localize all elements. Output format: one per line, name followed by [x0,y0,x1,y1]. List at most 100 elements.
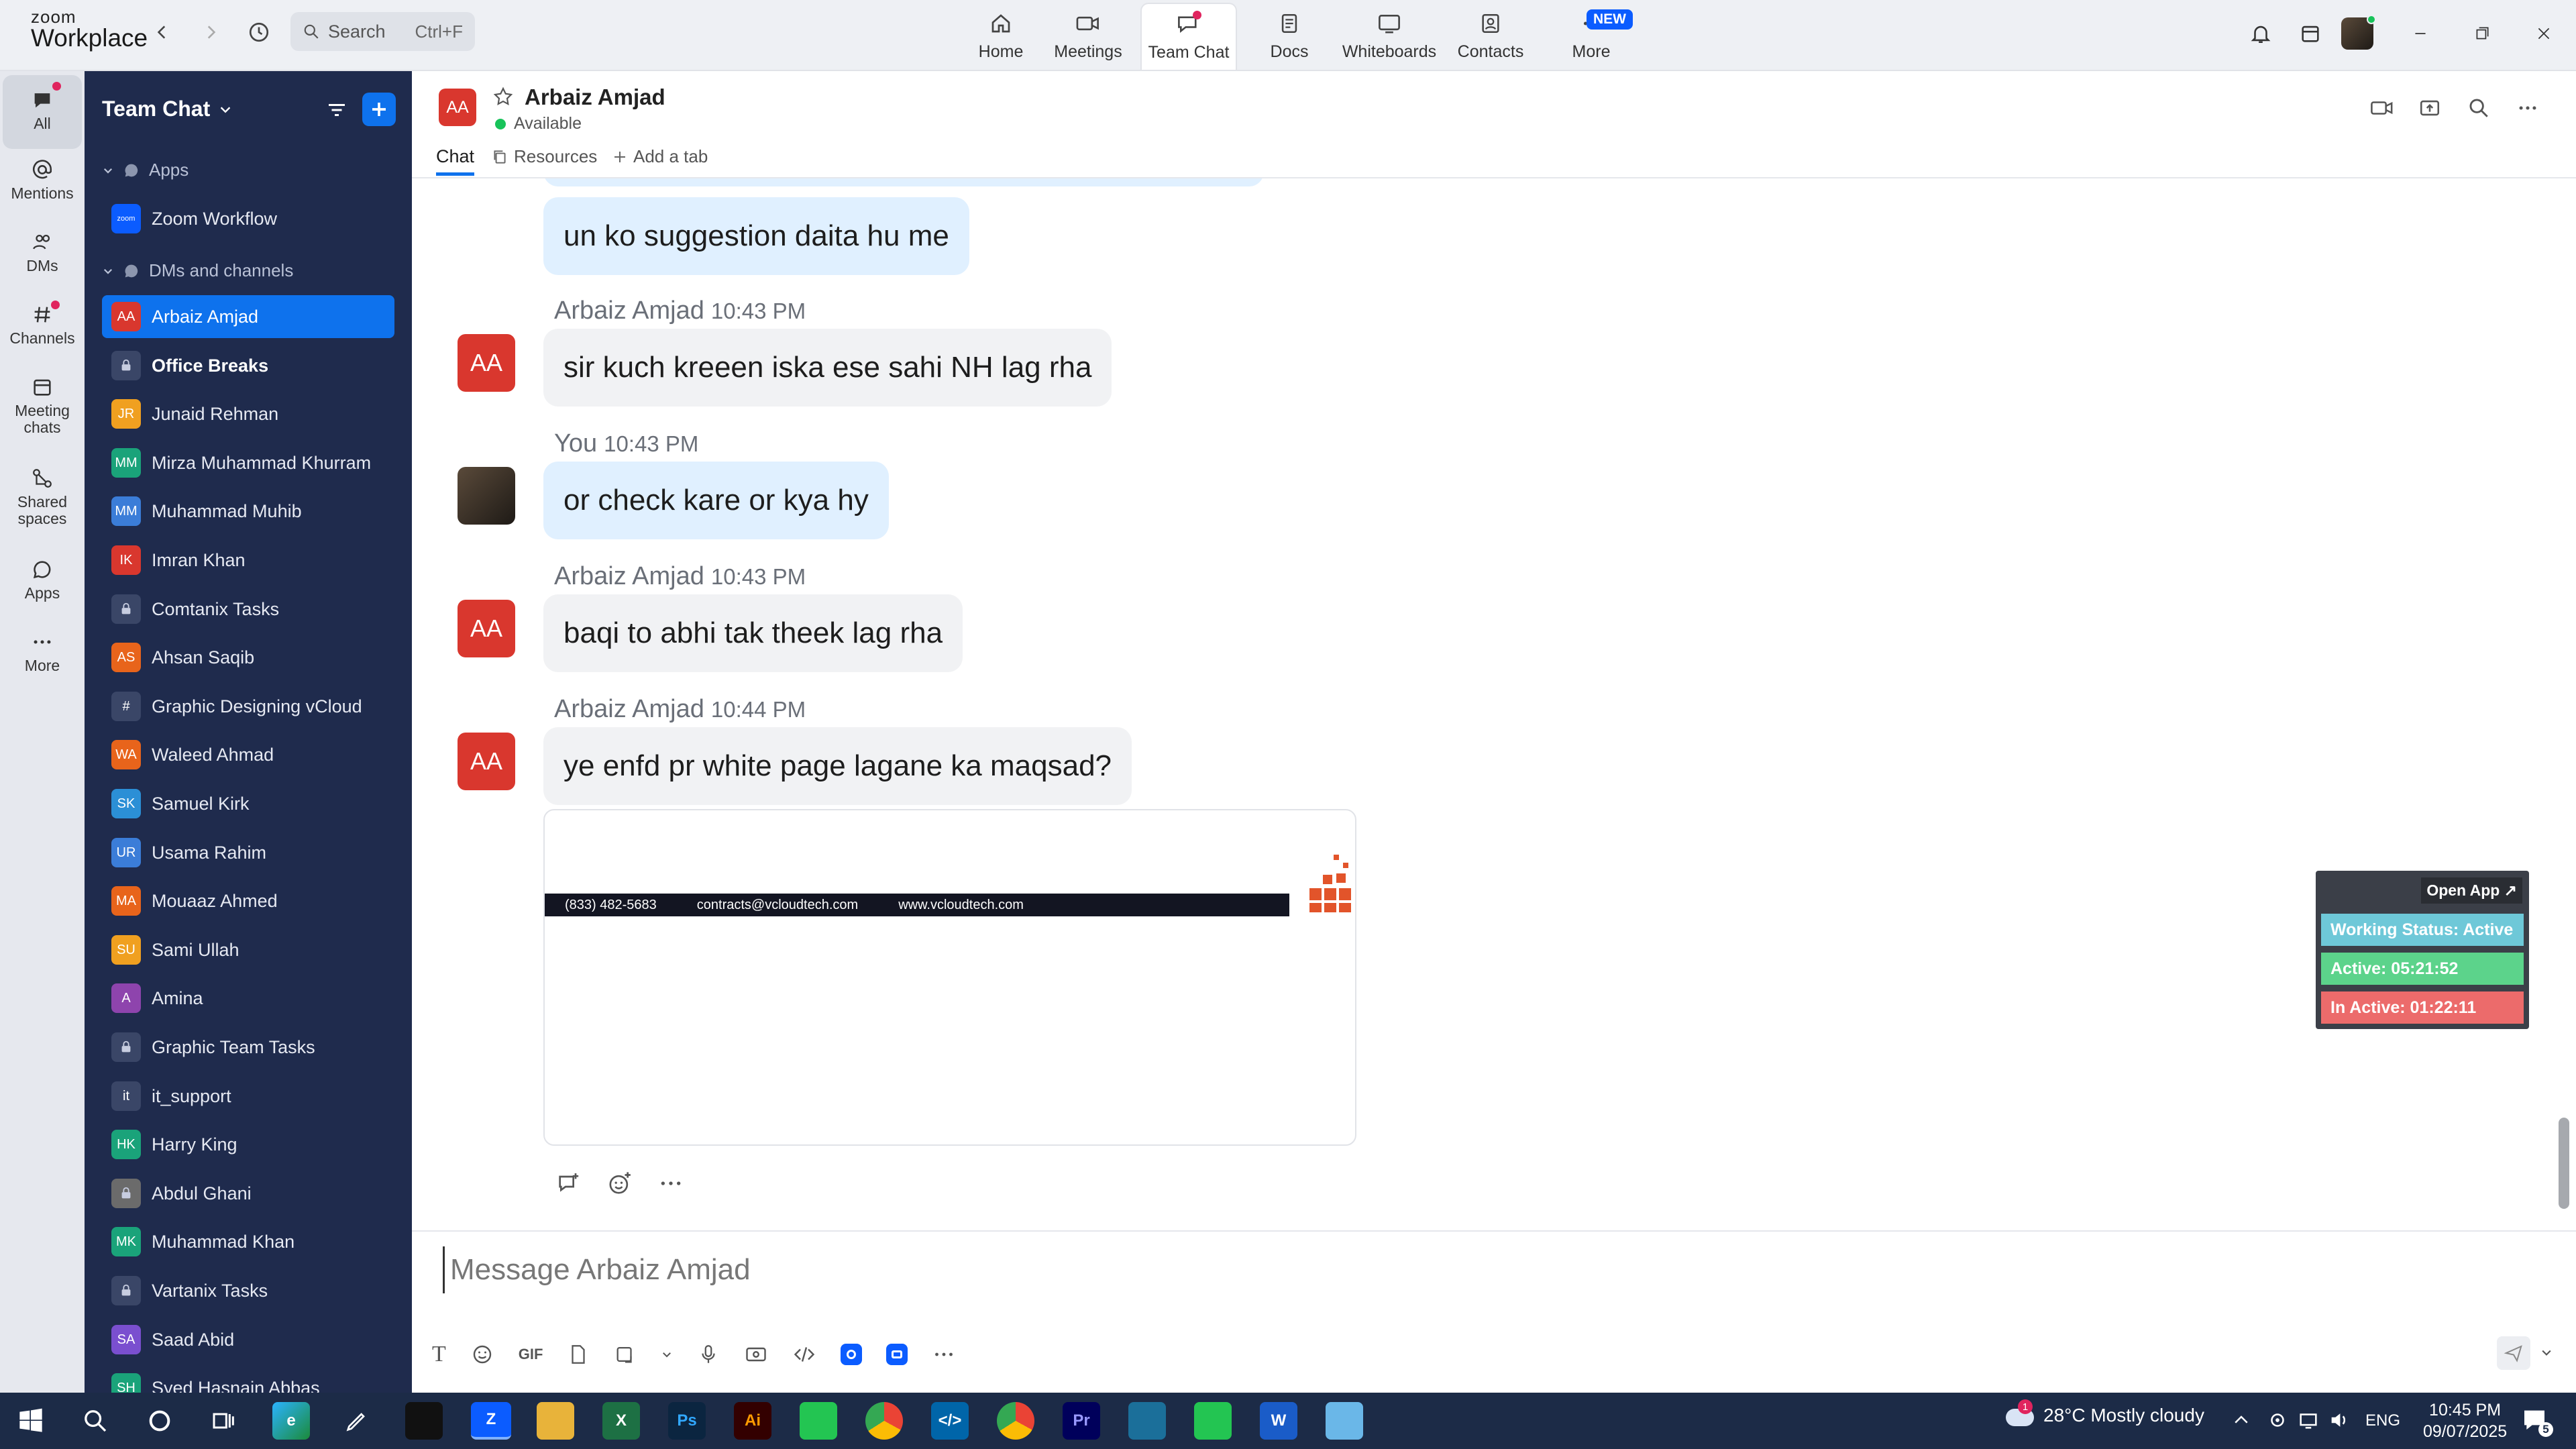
minimize-button[interactable] [2403,17,2438,50]
sidebar-item[interactable]: SH Syed Hasnain Abbas [102,1366,394,1393]
filter-button[interactable] [322,95,352,125]
sidebar-item[interactable]: Abdul Ghani [102,1172,394,1215]
premiere-icon[interactable]: Pr [1063,1402,1100,1440]
app-icon[interactable] [1128,1402,1166,1440]
sidebar-item[interactable]: Office Breaks [102,344,394,387]
sidebar-item[interactable]: Graphic Team Tasks [102,1026,394,1069]
tab-docs[interactable]: Docs [1249,3,1330,70]
calendar-button[interactable] [2293,17,2328,50]
vscode-icon[interactable]: </> [931,1402,969,1440]
tab-chat[interactable]: Chat [436,146,475,176]
add-tab-button[interactable]: Add a tab [612,146,708,167]
windows-start-icon[interactable] [17,1407,44,1434]
sidebar-item[interactable]: MA Mouaaz Ahmed [102,879,394,922]
tab-meetings[interactable]: Meetings [1048,3,1128,70]
phone-link-icon[interactable] [1194,1402,1232,1440]
sender-avatar[interactable]: AA [458,600,515,657]
video-call-icon[interactable] [2369,97,2395,119]
scrollbar-thumb[interactable] [2559,1118,2569,1209]
reply-thread-icon[interactable] [555,1170,582,1197]
my-avatar[interactable] [458,467,515,525]
new-chat-button[interactable] [362,93,396,126]
edge-icon[interactable]: e [272,1402,310,1440]
excel-icon[interactable]: X [602,1402,640,1440]
photoshop-icon[interactable]: Ps [668,1402,706,1440]
chevron-up-icon[interactable] [2231,1410,2251,1430]
meeting-app-icon[interactable] [886,1344,908,1365]
message-bubble[interactable]: baqi to abhi tak theek lag rha [543,594,963,672]
sidebar-item[interactable]: MK Muhammad Khan [102,1220,394,1263]
file-icon[interactable] [567,1342,590,1366]
sidebar-item[interactable]: UR Usama Rahim [102,831,394,874]
illustrator-icon[interactable]: Ai [734,1402,771,1440]
notifications-button[interactable] [2243,17,2278,50]
open-app-button[interactable]: Open App ↗ [2421,877,2522,904]
rail-apps[interactable]: Apps [3,558,82,602]
tab-whiteboards[interactable]: Whiteboards [1339,3,1440,70]
message-bubble[interactable]: sir kuch kreeen iska ese sahi NH lag rha [543,329,1112,407]
history-button[interactable] [239,15,279,50]
video-message-icon[interactable] [744,1342,768,1366]
tab-home[interactable]: Home [961,3,1041,70]
volume-icon[interactable] [2328,1409,2351,1432]
share-screen-icon[interactable] [2418,97,2442,119]
sidebar-item[interactable]: AS Ahsan Saqib [102,636,394,679]
phone-app-icon[interactable] [800,1402,837,1440]
chrome-icon[interactable] [865,1402,903,1440]
message-bubble[interactable]: or check kare or kya hy [543,462,889,539]
sidebar-item[interactable]: JR Junaid Rehman [102,392,394,435]
sidebar-item[interactable]: MM Mirza Muhammad Khurram [102,441,394,484]
tab-resources[interactable]: Resources [491,146,597,167]
send-button[interactable] [2497,1336,2530,1370]
back-button[interactable] [142,15,182,50]
text-format-icon[interactable]: T [432,1342,446,1367]
rail-mentions[interactable]: Mentions [3,158,82,202]
sidebar-item[interactable]: SK Samuel Kirk [102,782,394,825]
sidebar-item[interactable]: A Amina [102,977,394,1020]
message-bubble[interactable]: ye enfd pr white page lagane ka maqsad? [543,727,1132,805]
sidebar-item[interactable]: Comtanix Tasks [102,588,394,631]
scrollbar-track[interactable] [2556,178,2571,1225]
image-attachment[interactable]: (833) 482-5683 contracts@vcloudtech.com … [543,809,1356,1146]
tab-contacts[interactable]: Contacts [1450,3,1531,70]
clock[interactable]: 10:45 PM 09/07/2025 [2423,1399,2507,1442]
terminal-icon[interactable] [405,1402,443,1440]
star-icon[interactable] [492,86,514,107]
search-icon[interactable] [2467,97,2490,119]
ellipsis-icon[interactable] [932,1342,956,1366]
file-explorer-icon[interactable] [537,1402,574,1440]
chrome-profile-icon[interactable] [997,1402,1034,1440]
sidebar-item[interactable]: it it_support [102,1075,394,1118]
language-indicator[interactable]: ENG [2365,1411,2400,1430]
word-icon[interactable]: W [1260,1402,1297,1440]
tab-team-chat[interactable]: Team Chat [1140,3,1237,70]
notification-center[interactable]: 5 [2521,1406,2553,1437]
message-bubble[interactable]: un ko suggestion daita hu me [543,197,969,275]
gif-icon[interactable]: GIF [519,1346,543,1363]
weather-widget[interactable]: 1 28°C Mostly cloudy [2003,1399,2204,1429]
rail-more[interactable]: More [3,631,82,674]
sidebar-item[interactable]: AA Arbaiz Amjad [102,295,394,338]
search-input[interactable]: Search Ctrl+F [290,12,475,51]
task-view-icon[interactable] [211,1407,237,1434]
close-button[interactable] [2526,17,2561,50]
sidebar-item[interactable]: HK Harry King [102,1123,394,1166]
rail-meeting-chats[interactable]: Meeting chats [3,376,82,437]
search-icon[interactable] [82,1407,109,1434]
rail-all[interactable]: All [3,75,82,149]
ellipsis-icon[interactable] [2516,97,2540,119]
rail-dms[interactable]: DMs [3,231,82,274]
team-chat-dropdown[interactable]: Team Chat [102,97,233,121]
app-item-zoom-workflow[interactable]: zoom Zoom Workflow [102,197,394,240]
sidebar-item[interactable]: SU Sami Ullah [102,928,394,971]
section-dms-channels[interactable]: DMs and channels [102,260,293,281]
emoji-icon[interactable] [470,1342,494,1366]
sidebar-item[interactable]: Vartanix Tasks [102,1269,394,1312]
microphone-icon[interactable] [697,1342,720,1366]
sidebar-item[interactable]: SA Saad Abid [102,1318,394,1361]
sidebar-item[interactable]: # Graphic Designing vCloud [102,685,394,728]
contact-name[interactable]: Arbaiz Amjad [525,85,665,110]
sender-avatar[interactable]: AA [458,334,515,392]
contact-avatar[interactable]: AA [439,89,476,126]
sender-avatar[interactable]: AA [458,733,515,790]
